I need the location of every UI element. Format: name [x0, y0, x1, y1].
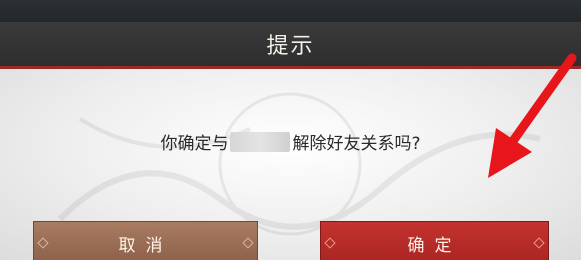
- message-suffix: 解除好友关系吗?: [292, 134, 421, 154]
- red-arrow-icon: [488, 53, 577, 178]
- redacted-player-name: [230, 131, 291, 152]
- message-prefix: 你确定与: [160, 134, 229, 154]
- background-scene: [0, 0, 581, 22]
- dialog-title: 提示: [266, 34, 315, 59]
- cancel-button[interactable]: 取消: [33, 221, 258, 260]
- confirm-button[interactable]: 确定: [320, 221, 549, 260]
